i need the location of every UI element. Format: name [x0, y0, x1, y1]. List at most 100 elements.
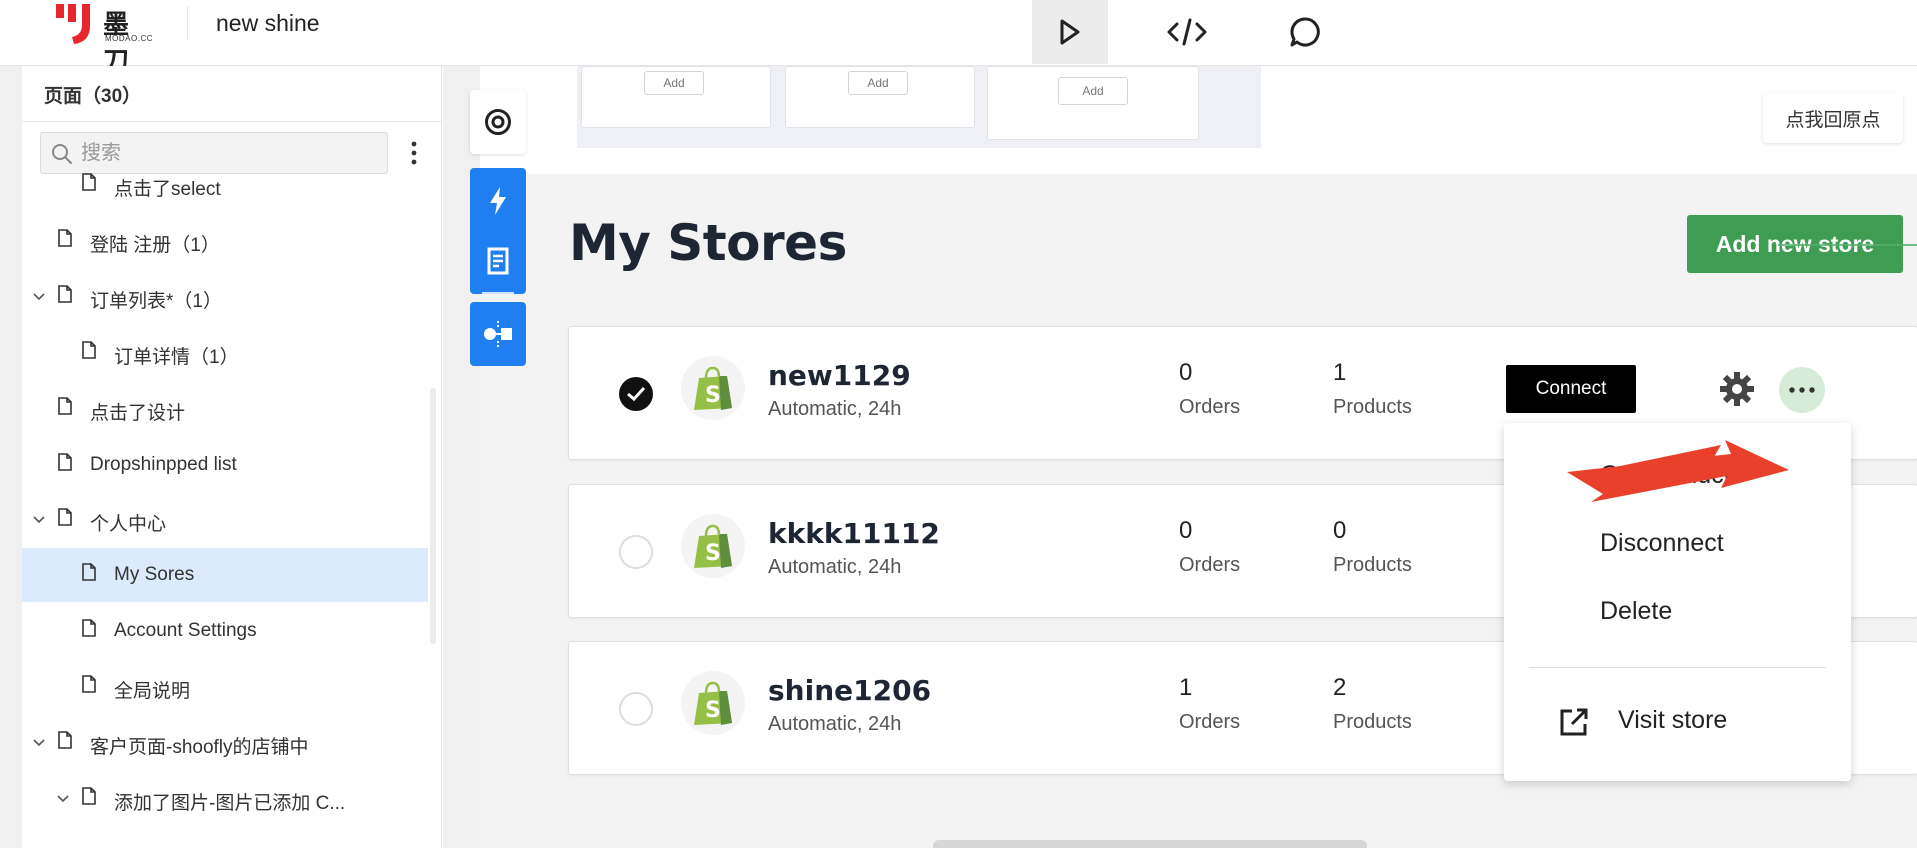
divider: [482, 292, 514, 294]
sidebar-item-label: My Sores: [114, 564, 195, 585]
orders-count: 0: [1179, 517, 1193, 544]
menu-item-delete[interactable]: Delete: [1600, 597, 1672, 626]
page-icon: [58, 285, 72, 309]
preview-button[interactable]: [1032, 0, 1108, 64]
orders-label: Orders: [1179, 711, 1241, 733]
sidebar-page-item[interactable]: My Sores: [22, 548, 428, 602]
sidebar-page-item[interactable]: Account Settings: [22, 604, 428, 658]
play-icon: [1060, 19, 1080, 45]
annotation-arrow-icon: [1567, 440, 1789, 502]
mini-add-button[interactable]: Add: [644, 71, 704, 95]
orders-label: Orders: [1179, 554, 1241, 576]
store-sync-mode: Automatic, 24h: [768, 556, 902, 578]
svg-text:S: S: [705, 541, 721, 566]
sidebar-page-item[interactable]: Dropshinpped list: [22, 438, 428, 492]
products-count: 0: [1333, 517, 1347, 544]
target-icon: [485, 109, 511, 135]
check-icon: [627, 386, 646, 402]
target-button[interactable]: [470, 90, 526, 154]
sidebar-page-item[interactable]: 点击了select: [22, 158, 428, 212]
sidebar-item-label: Dropshinpped list: [90, 454, 237, 475]
design-canvas[interactable]: Add Add Add 点我回原点 My Stores Add new stor…: [443, 66, 1917, 848]
gear-icon[interactable]: [1719, 371, 1755, 412]
app-logo[interactable]: 墨刀 MODAO.CC: [56, 4, 156, 77]
page-icon: [58, 229, 72, 253]
page-icon: [82, 341, 96, 365]
mini-card: Add: [987, 66, 1199, 140]
bolt-button[interactable]: [470, 178, 526, 224]
top-bar: 墨刀 MODAO.CC new shine: [0, 0, 1917, 77]
page-icon: [58, 731, 72, 755]
project-name[interactable]: new shine: [216, 10, 320, 37]
sidebar-page-item[interactable]: 登陆 注册（1）: [22, 214, 428, 268]
notes-button[interactable]: [470, 238, 526, 284]
back-to-origin-button[interactable]: 点我回原点: [1763, 93, 1903, 143]
shopify-logo-icon: S: [681, 671, 745, 735]
page-icon: [82, 787, 96, 811]
divider: [22, 121, 441, 122]
connect-button[interactable]: Connect: [1506, 365, 1636, 413]
store-sync-mode: Automatic, 24h: [768, 398, 902, 420]
store-select-radio[interactable]: [619, 377, 653, 411]
interaction-tools: [470, 168, 526, 294]
page-icon: [82, 619, 96, 643]
shopify-logo-icon: S: [681, 356, 745, 420]
menu-item-visit-store[interactable]: Visit store: [1558, 696, 1828, 746]
orders-count: 1: [1179, 674, 1193, 701]
store-select-radio[interactable]: [619, 692, 653, 726]
pages-header: 页面（30）: [44, 86, 142, 107]
svg-text:S: S: [705, 383, 721, 408]
menu-item-disconnect[interactable]: Disconnect: [1600, 529, 1724, 558]
mini-card: Add: [581, 66, 771, 128]
products-count: 2: [1333, 674, 1347, 701]
component-icon: [484, 321, 512, 347]
document-icon: [487, 247, 509, 275]
logo-mark-icon: [56, 4, 90, 44]
shopify-logo-icon: S: [681, 514, 745, 578]
sidebar-item-label: 客户页面-shoofly的店铺中: [90, 737, 309, 758]
products-label: Products: [1333, 711, 1412, 733]
logo-subtext: MODAO.CC: [105, 34, 153, 43]
chevron-down-icon[interactable]: [32, 513, 46, 527]
more-actions-button[interactable]: [1779, 367, 1825, 413]
page-icon: [82, 563, 96, 587]
store-select-radio[interactable]: [619, 535, 653, 569]
sidebar-page-item[interactable]: 添加了图片-图片已添加 C...: [22, 772, 428, 826]
sidebar-scrollbar[interactable]: [430, 388, 436, 644]
mini-add-button[interactable]: Add: [848, 71, 908, 95]
page-icon: [82, 675, 96, 699]
sidebar-item-label: 添加了图片-图片已添加 C...: [114, 793, 346, 814]
store-name: shine1206: [768, 674, 932, 707]
chevron-down-icon[interactable]: [32, 736, 46, 750]
page-icon: [58, 508, 72, 532]
connector-line: [1778, 244, 1917, 246]
sidebar-item-label: 点击了设计: [90, 403, 186, 424]
products-label: Products: [1333, 396, 1412, 418]
sidebar-page-item[interactable]: 订单详情（1）: [22, 326, 428, 380]
page-icon: [58, 397, 72, 421]
sidebar-item-label: 全局说明: [114, 681, 191, 702]
component-button[interactable]: [470, 302, 526, 366]
sidebar-page-item[interactable]: 个人中心: [22, 493, 428, 547]
component-icon-wrap: [470, 312, 526, 356]
chevron-down-icon[interactable]: [56, 792, 70, 806]
sidebar-page-item[interactable]: 点击了设计: [22, 382, 428, 436]
page-icon: [82, 173, 96, 197]
store-sync-mode: Automatic, 24h: [768, 713, 902, 735]
left-gutter: [0, 0, 22, 848]
bolt-icon: [490, 187, 506, 215]
sidebar-page-item[interactable]: 客户页面-shoofly的店铺中: [22, 716, 428, 770]
products-label: Products: [1333, 554, 1412, 576]
sidebar-page-item[interactable]: 全局说明: [22, 660, 428, 714]
canvas-horizontal-scrollbar[interactable]: [933, 840, 1367, 848]
more-horizontal-icon: [1789, 387, 1815, 393]
orders-label: Orders: [1179, 396, 1241, 418]
mini-card: Add: [785, 66, 975, 128]
sidebar-item-label: 订单详情（1）: [114, 347, 239, 368]
code-button[interactable]: [1149, 0, 1225, 64]
comment-button[interactable]: [1267, 0, 1343, 64]
sidebar-page-item[interactable]: 订单列表*（1）: [22, 270, 428, 324]
mini-add-button[interactable]: Add: [1058, 77, 1128, 105]
chevron-down-icon[interactable]: [32, 290, 46, 304]
orders-count: 0: [1179, 359, 1193, 386]
